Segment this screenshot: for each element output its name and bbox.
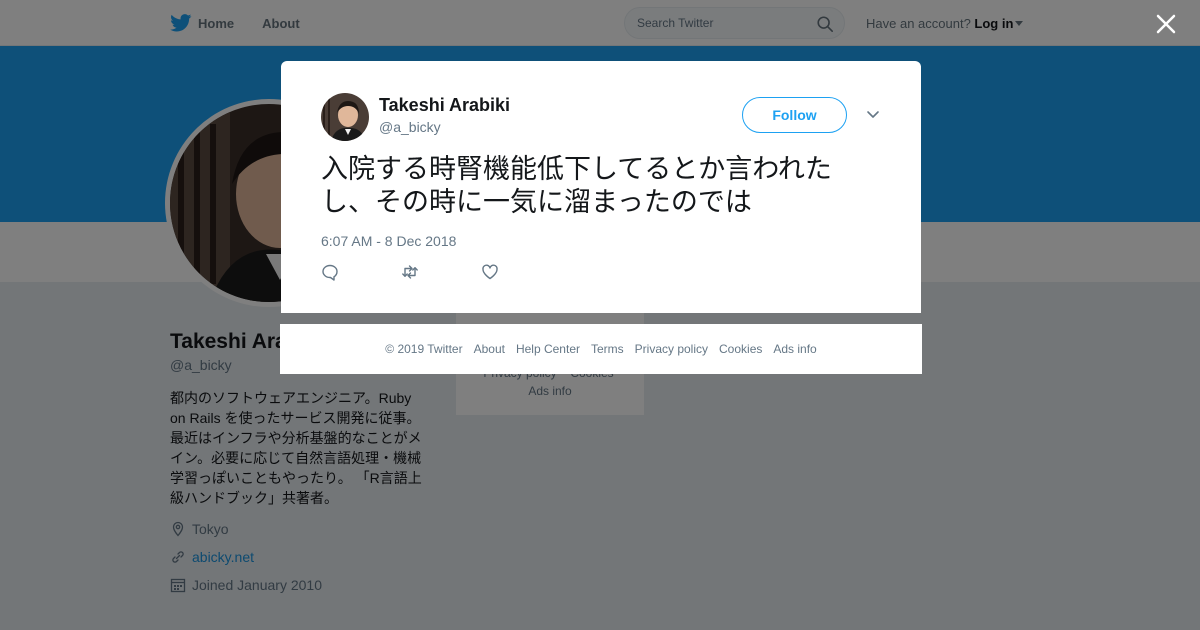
tweet-author-avatar[interactable]: [321, 93, 369, 141]
tweet-modal: Takeshi Arabiki @a_bicky Follow 入院する時腎機能…: [281, 61, 921, 313]
close-icon[interactable]: [1155, 13, 1177, 35]
footer-cookies-link[interactable]: Cookies: [719, 342, 762, 356]
modal-footer: © 2019 Twitter About Help Center Terms P…: [280, 324, 922, 374]
tweet-author-handle[interactable]: @a_bicky: [379, 119, 441, 135]
reply-icon[interactable]: [321, 263, 339, 281]
retweet-icon[interactable]: [401, 263, 419, 281]
footer-help-center-link[interactable]: Help Center: [516, 342, 580, 356]
footer-ads-info-link[interactable]: Ads info: [773, 342, 816, 356]
follow-button[interactable]: Follow: [742, 97, 847, 133]
footer-terms-link[interactable]: Terms: [591, 342, 624, 356]
tweet-author-avatar-image: [321, 93, 369, 141]
footer-copyright: © 2019 Twitter: [385, 342, 463, 356]
tweet-timestamp[interactable]: 6:07 AM - 8 Dec 2018: [321, 233, 456, 249]
footer-privacy-link[interactable]: Privacy policy: [635, 342, 708, 356]
tweet-actions: [321, 263, 561, 281]
like-icon[interactable]: [481, 263, 499, 281]
chevron-down-icon[interactable]: [865, 109, 881, 121]
footer-about-link[interactable]: About: [474, 342, 505, 356]
tweet-author-name[interactable]: Takeshi Arabiki: [379, 95, 510, 116]
tweet-text: 入院する時腎機能低下してるとか言われたし、その時に一気に溜まったのでは: [321, 154, 832, 218]
